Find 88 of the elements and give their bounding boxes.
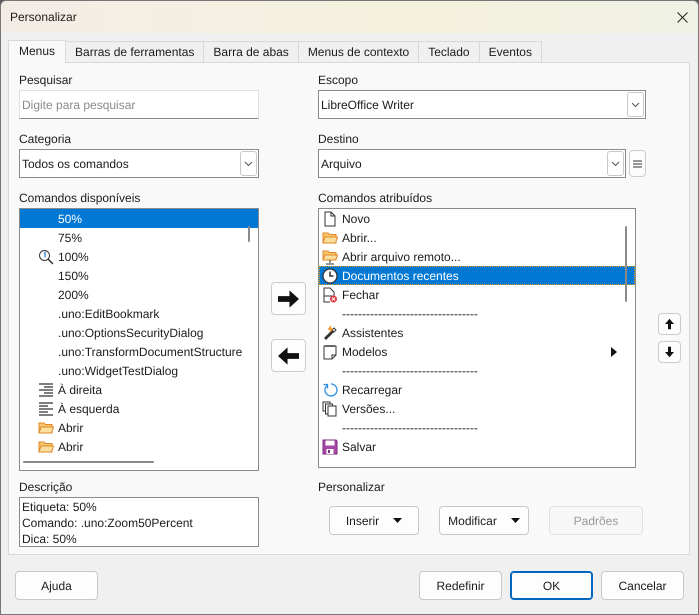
customize-button[interactable]: Inserir xyxy=(329,506,419,535)
list-label: Comandos disponíveis xyxy=(19,190,142,207)
close-document-icon xyxy=(322,286,338,302)
arrow-up-icon xyxy=(665,317,674,331)
arrow-left-icon xyxy=(278,346,299,364)
align-right-icon xyxy=(38,382,54,398)
list-item[interactable]: Abrir arquivo remoto... xyxy=(319,247,635,266)
list-item[interactable]: Modelos xyxy=(319,342,635,361)
list-item[interactable]: 75% xyxy=(20,228,258,247)
list-item[interactable]: Recarregar xyxy=(319,380,635,399)
list-item[interactable]: Abrir xyxy=(20,418,258,437)
field-label: Pesquisar xyxy=(19,72,74,89)
folder-icon xyxy=(322,230,338,246)
field-label: Descrição xyxy=(19,479,74,496)
tab[interactable]: Eventos xyxy=(480,41,542,62)
list-item[interactable]: À esquerda xyxy=(20,399,258,418)
dropdown[interactable]: Todos os comandos xyxy=(19,149,259,178)
caret-icon xyxy=(393,518,402,523)
list-item[interactable]: Versões... xyxy=(319,399,635,418)
tab[interactable]: Barras de ferramentas xyxy=(66,41,204,62)
document-icon xyxy=(322,210,338,226)
separator-item[interactable]: ---------------------------------- xyxy=(342,420,478,434)
search-field[interactable]: Digite para pesquisar xyxy=(19,90,259,119)
list-item[interactable]: À direita xyxy=(20,380,258,399)
field-label: Destino xyxy=(318,131,360,148)
list-item[interactable]: Abrir xyxy=(20,437,258,456)
menu-button[interactable] xyxy=(629,150,646,177)
zoom-icon xyxy=(38,248,54,264)
arrow-down-icon xyxy=(665,345,674,359)
list-item[interactable]: Assistentes xyxy=(319,323,635,342)
add-button[interactable] xyxy=(271,282,306,315)
list-item[interactable]: .uno:WidgetTestDialog xyxy=(20,361,258,380)
description-line: Etiqueta: 50% xyxy=(22,499,98,515)
dropdown-button[interactable] xyxy=(607,151,624,176)
dialog-button[interactable]: Ajuda xyxy=(15,571,98,600)
list-item[interactable]: 100% xyxy=(20,247,258,266)
align-left-icon xyxy=(38,400,54,416)
list-item[interactable]: 200% xyxy=(20,285,258,304)
window-title: Personalizar xyxy=(10,10,77,24)
folder-icon xyxy=(38,420,54,436)
customize-button[interactable]: Modificar xyxy=(439,506,529,535)
dropdown[interactable]: LibreOffice Writer xyxy=(318,90,646,119)
list-item[interactable]: Salvar xyxy=(319,437,635,456)
separator-item[interactable]: ---------------------------------- xyxy=(342,364,478,378)
menu-icon xyxy=(633,160,642,168)
list-label: Comandos atribuídos xyxy=(318,190,434,207)
clock-icon xyxy=(322,268,338,284)
dropdown[interactable]: Arquivo xyxy=(318,149,626,178)
move-down-button[interactable] xyxy=(658,341,681,363)
copies-icon xyxy=(322,400,338,416)
list-item[interactable]: .uno:TransformDocumentStructure xyxy=(20,342,258,361)
list-item[interactable]: Fechar xyxy=(319,285,635,304)
list-item[interactable]: Documentos recentes xyxy=(319,266,635,285)
list-item[interactable]: .uno:EditBookmark xyxy=(20,304,258,323)
field-label: Escopo xyxy=(318,72,360,89)
move-up-button[interactable] xyxy=(658,313,681,335)
save-icon xyxy=(322,438,338,454)
field-label: Personalizar xyxy=(318,479,386,496)
dropdown-button[interactable] xyxy=(627,92,644,117)
notepad-icon xyxy=(322,344,338,360)
scroll-thumb[interactable] xyxy=(248,226,250,242)
separator-item[interactable]: ---------------------------------- xyxy=(342,306,478,320)
reload-icon xyxy=(322,382,338,398)
list-item[interactable]: Novo xyxy=(319,209,635,228)
scroll-thumb[interactable] xyxy=(625,226,627,302)
tab[interactable]: Menus de contexto xyxy=(298,41,420,62)
folder-icon xyxy=(322,248,338,264)
description-line: Dica: 50% xyxy=(22,531,78,547)
scroll-thumb[interactable] xyxy=(23,461,154,463)
arrow-right-icon xyxy=(278,290,299,308)
tab[interactable]: Menus xyxy=(8,40,66,63)
field-label: Categoria xyxy=(19,131,72,148)
wand-icon xyxy=(322,324,338,340)
dialog-button[interactable]: OK xyxy=(510,571,593,600)
dropdown-button[interactable] xyxy=(240,151,257,176)
close-icon[interactable] xyxy=(677,12,688,22)
folder-icon xyxy=(38,438,54,454)
dialog-button[interactable]: Cancelar xyxy=(601,571,684,600)
list-item[interactable]: 150% xyxy=(20,266,258,285)
remove-button[interactable] xyxy=(271,339,306,372)
tab[interactable]: Teclado xyxy=(419,41,480,62)
dialog-button[interactable]: Redefinir xyxy=(419,571,502,600)
description-line: Comando: .uno:Zoom50Percent xyxy=(22,515,194,531)
list-item[interactable]: Abrir... xyxy=(319,228,635,247)
list-item[interactable]: 50% xyxy=(20,209,258,228)
tab[interactable]: Barra de abas xyxy=(204,41,299,62)
list-item[interactable]: .uno:OptionsSecurityDialog xyxy=(20,323,258,342)
caret-icon xyxy=(510,518,520,523)
